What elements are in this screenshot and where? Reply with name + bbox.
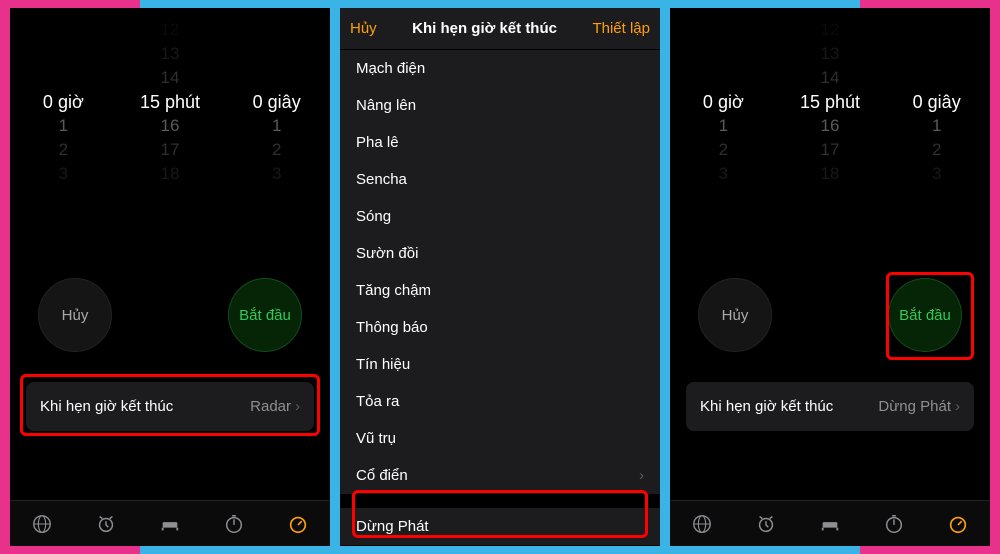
timer-screen-left: 0 giờ 1 2 3 12 13 14 15 phút 16 17 18 0 … [10, 8, 330, 546]
nav-bar: Hủy Khi hẹn giờ kết thúc Thiết lập [340, 8, 660, 50]
minutes-column[interactable]: 12 13 14 15 phút 16 17 18 [117, 18, 224, 186]
highlight-start-button [886, 272, 974, 360]
sound-item[interactable]: Tín hiệu [340, 346, 660, 383]
timer-screen-right: 0 giờ 1 2 3 12 13 14 15 phút 16 17 18 0 … [670, 8, 990, 546]
sound-item[interactable]: Tăng chậm [340, 272, 660, 309]
seconds-column[interactable]: 0 giây 1 2 3 [883, 18, 990, 186]
sound-item[interactable]: Sencha [340, 161, 660, 198]
chevron-right-icon: › [955, 398, 960, 415]
nav-set-button[interactable]: Thiết lập [592, 20, 650, 37]
nav-cancel-button[interactable]: Hủy [350, 20, 377, 37]
cancel-button[interactable]: Hủy [38, 278, 112, 352]
time-picker[interactable]: 0 giờ 1 2 3 12 13 14 15 phút 16 17 18 0 … [10, 18, 330, 186]
timer-end-value: Dừng Phát [878, 398, 951, 415]
sound-item[interactable]: Vũ trụ [340, 420, 660, 457]
hours-value: 0 [43, 92, 53, 112]
tab-timer[interactable] [926, 501, 990, 546]
chevron-right-icon: › [639, 467, 644, 484]
tab-bar [10, 500, 330, 546]
tab-alarm[interactable] [74, 501, 138, 546]
nav-title: Khi hẹn giờ kết thúc [412, 20, 557, 37]
sound-item[interactable]: Pha lê [340, 124, 660, 161]
sound-item[interactable]: Tỏa ra [340, 383, 660, 420]
tab-bar [670, 500, 990, 546]
sound-picker-screen: Hủy Khi hẹn giờ kết thúc Thiết lập Mạch … [340, 8, 660, 546]
timer-end-label: Khi hẹn giờ kết thúc [700, 398, 878, 415]
minutes-unit: phút [165, 92, 200, 112]
tab-bedtime[interactable] [138, 501, 202, 546]
tab-worldclock[interactable] [670, 501, 734, 546]
seconds-unit: giây [268, 92, 301, 112]
highlight-end-row [20, 374, 320, 436]
sound-item-classic[interactable]: Cổ điển› [340, 457, 660, 494]
hours-column[interactable]: 0 giờ 1 2 3 [10, 18, 117, 186]
tab-alarm[interactable] [734, 501, 798, 546]
tab-timer[interactable] [266, 501, 330, 546]
sound-item[interactable]: Nâng lên [340, 87, 660, 124]
minutes-value: 15 [140, 92, 160, 112]
hours-unit: giờ [58, 92, 84, 112]
seconds-column[interactable]: 0 giây 1 2 3 [223, 18, 330, 186]
sound-item[interactable]: Thông báo [340, 309, 660, 346]
minutes-column[interactable]: 12 13 14 15 phút 16 17 18 [777, 18, 884, 186]
tab-stopwatch[interactable] [862, 501, 926, 546]
sound-item[interactable]: Sóng [340, 198, 660, 235]
time-picker[interactable]: 0 giờ 1 2 3 12 13 14 15 phút 16 17 18 0 … [670, 18, 990, 186]
tab-bedtime[interactable] [798, 501, 862, 546]
sound-list[interactable]: Mạch điện Nâng lên Pha lê Sencha Sóng Sư… [340, 50, 660, 494]
tab-stopwatch[interactable] [202, 501, 266, 546]
highlight-stop-playing [352, 490, 648, 538]
hours-column[interactable]: 0 giờ 1 2 3 [670, 18, 777, 186]
start-button[interactable]: Bắt đầu [228, 278, 302, 352]
sound-item[interactable]: Mạch điện [340, 50, 660, 87]
seconds-value: 0 [253, 92, 263, 112]
cancel-button[interactable]: Hủy [698, 278, 772, 352]
sound-item[interactable]: Sườn đồi [340, 235, 660, 272]
timer-end-row[interactable]: Khi hẹn giờ kết thúc Dừng Phát › [686, 382, 974, 431]
tab-worldclock[interactable] [10, 501, 74, 546]
